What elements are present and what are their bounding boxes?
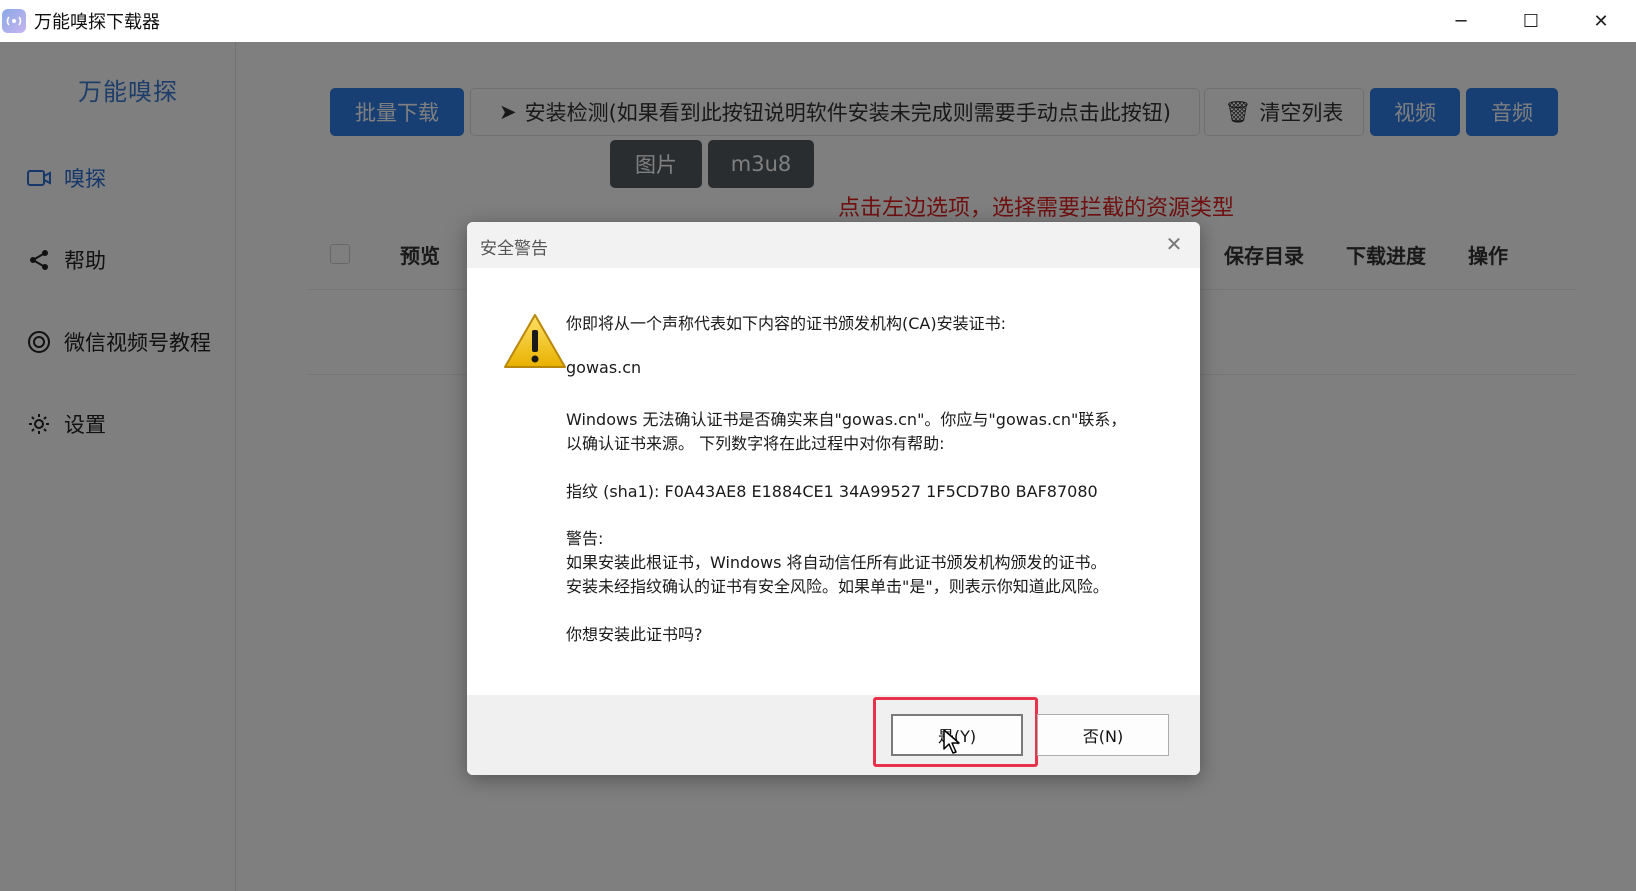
maximize-button[interactable]: ☐ bbox=[1496, 0, 1566, 42]
minimize-button[interactable]: ─ bbox=[1426, 0, 1496, 42]
warning-icon bbox=[504, 314, 566, 368]
dialog-titlebar: 安全警告 ✕ bbox=[467, 222, 1200, 268]
mouse-cursor-icon bbox=[943, 729, 960, 754]
dialog-warning-line2: 安装未经指纹确认的证书有安全风险。如果单击"是"，则表示你知道此风险。 bbox=[566, 577, 1109, 596]
window-titlebar: 万能嗅探下载器 ─ ☐ ✕ bbox=[0, 0, 1636, 42]
dialog-question-text: 你想安装此证书吗? bbox=[566, 625, 703, 644]
dialog-confirm-line1: Windows 无法确认证书是否确实来自"gowas.cn"。你应与"gowas… bbox=[566, 410, 1127, 429]
app-logo-icon bbox=[2, 9, 26, 33]
dialog-thumbprint-text: 指纹 (sha1): F0A43AE8 E1884CE1 34A99527 1F… bbox=[566, 482, 1098, 501]
dialog-warning-line1: 如果安装此根证书，Windows 将自动信任所有此证书颁发机构颁发的证书。 bbox=[566, 553, 1107, 572]
dialog-body: 你即将从一个声称代表如下内容的证书颁发机构(CA)安装证书: gowas.cn … bbox=[467, 268, 1200, 695]
no-button[interactable]: 否(N) bbox=[1037, 714, 1169, 756]
security-warning-dialog: 安全警告 ✕ 你即将从一个声称代表如下内容的证书颁发机构(CA)安装证书: go… bbox=[467, 222, 1200, 775]
dialog-domain-text: gowas.cn bbox=[566, 358, 642, 377]
dialog-confirm-line2: 以确认证书来源。 下列数字将在此过程中对你有帮助: bbox=[566, 434, 945, 453]
dialog-title: 安全警告 bbox=[480, 239, 548, 259]
window-title: 万能嗅探下载器 bbox=[34, 12, 160, 33]
dialog-warning-label: 警告: bbox=[566, 529, 604, 548]
dialog-footer: 是(Y) 否(N) bbox=[467, 695, 1200, 775]
dialog-intro-text: 你即将从一个声称代表如下内容的证书颁发机构(CA)安装证书: bbox=[566, 314, 1006, 333]
close-window-button[interactable]: ✕ bbox=[1566, 0, 1636, 42]
window-controls: ─ ☐ ✕ bbox=[1426, 0, 1636, 42]
dialog-close-button[interactable]: ✕ bbox=[1160, 230, 1188, 258]
